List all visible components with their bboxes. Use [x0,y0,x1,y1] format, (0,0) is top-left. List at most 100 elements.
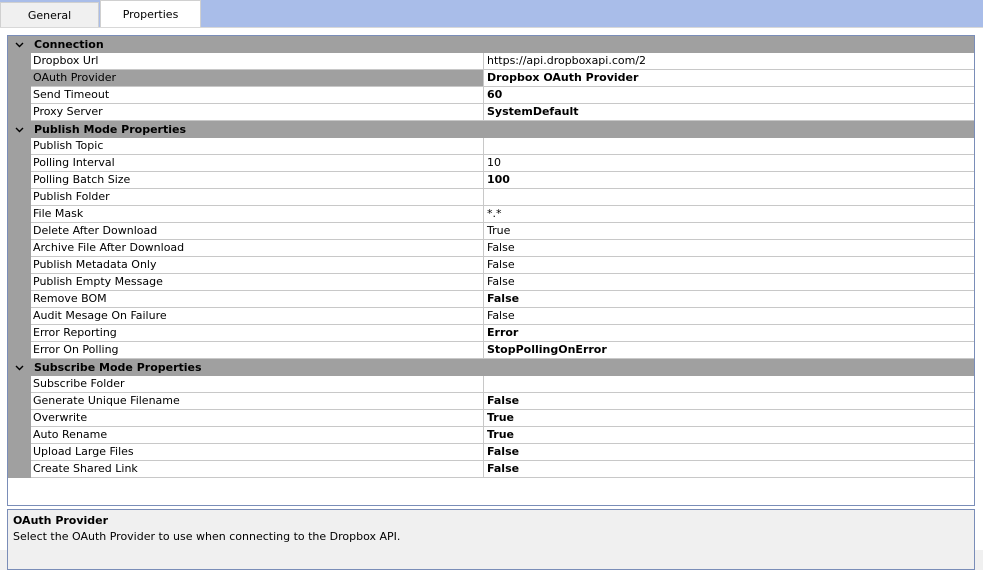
tab-general[interactable]: General [0,2,99,27]
property-name[interactable]: Publish Topic [31,138,484,155]
category-row[interactable]: Publish Mode Properties [8,121,974,138]
property-value[interactable]: True [484,427,974,444]
row-gutter [8,155,31,172]
property-value[interactable]: StopPollingOnError [484,342,974,359]
property-name[interactable]: File Mask [31,206,484,223]
property-name[interactable]: Remove BOM [31,291,484,308]
row-gutter [8,87,31,104]
row-gutter [8,274,31,291]
property-value[interactable]: 60 [484,87,974,104]
property-value[interactable]: True [484,223,974,240]
property-name[interactable]: Publish Empty Message [31,274,484,291]
properties-panel: Connection Dropbox Url https://api.dropbox… [0,27,983,570]
property-value[interactable]: SystemDefault [484,104,974,121]
property-row[interactable]: Polling Interval 10 [8,155,974,172]
property-row[interactable]: Publish Empty Message False [8,274,974,291]
property-value[interactable] [484,189,974,206]
property-value[interactable]: True [484,410,974,427]
category-label: Subscribe Mode Properties [34,361,202,374]
property-row[interactable]: Archive File After Download False [8,240,974,257]
property-row[interactable]: Auto Rename True [8,427,974,444]
property-name[interactable]: Overwrite [31,410,484,427]
property-row[interactable]: Publish Metadata Only False [8,257,974,274]
property-row[interactable]: Proxy Server SystemDefault [8,104,974,121]
property-row[interactable]: Upload Large Files False [8,444,974,461]
property-value[interactable]: False [484,274,974,291]
row-gutter [8,393,31,410]
category-label: Connection [34,38,104,51]
row-gutter [8,376,31,393]
property-value[interactable]: 100 [484,172,974,189]
property-row[interactable]: Dropbox Url https://api.dropboxapi.com/2 [8,53,974,70]
property-name[interactable]: Create Shared Link [31,461,484,478]
property-value[interactable]: False [484,240,974,257]
property-name[interactable]: Dropbox Url [31,53,484,70]
row-gutter [8,325,31,342]
property-value[interactable]: https://api.dropboxapi.com/2 [484,53,974,70]
row-gutter [8,189,31,206]
property-name[interactable]: Upload Large Files [31,444,484,461]
property-name[interactable]: Delete After Download [31,223,484,240]
property-row[interactable]: Generate Unique Filename False [8,393,974,410]
property-row[interactable]: File Mask *.* [8,206,974,223]
property-grid: Connection Dropbox Url https://api.dropbox… [7,35,975,506]
property-name[interactable]: Audit Mesage On Failure [31,308,484,325]
property-row[interactable]: Error On Polling StopPollingOnError [8,342,974,359]
property-row[interactable]: Subscribe Folder [8,376,974,393]
property-row[interactable]: OAuth Provider Dropbox OAuth Provider [8,70,974,87]
property-name[interactable]: Auto Rename [31,427,484,444]
property-value[interactable]: False [484,308,974,325]
property-name[interactable]: Publish Folder [31,189,484,206]
tab-properties[interactable]: Properties [100,0,201,27]
property-row[interactable]: Remove BOM False [8,291,974,308]
property-value[interactable] [484,138,974,155]
row-gutter [8,461,31,478]
chevron-down-icon[interactable] [8,121,30,138]
property-value[interactable]: False [484,461,974,478]
row-gutter [8,240,31,257]
category-row[interactable]: Connection [8,36,974,53]
row-gutter [8,427,31,444]
property-row[interactable]: Publish Folder [8,189,974,206]
property-row[interactable]: Delete After Download True [8,223,974,240]
property-name[interactable]: OAuth Provider [31,70,484,87]
property-row[interactable]: Polling Batch Size 100 [8,172,974,189]
property-value[interactable]: Dropbox OAuth Provider [484,70,974,87]
row-gutter [8,104,31,121]
description-title: OAuth Provider [13,514,109,527]
property-row[interactable]: Publish Topic [8,138,974,155]
row-gutter [8,53,31,70]
property-name[interactable]: Archive File After Download [31,240,484,257]
property-row[interactable]: Overwrite True [8,410,974,427]
row-gutter [8,257,31,274]
property-name[interactable]: Error On Polling [31,342,484,359]
property-value[interactable]: False [484,257,974,274]
property-value[interactable]: False [484,393,974,410]
property-value[interactable]: *.* [484,206,974,223]
category-row[interactable]: Subscribe Mode Properties [8,359,974,376]
property-name[interactable]: Polling Interval [31,155,484,172]
property-value[interactable]: False [484,444,974,461]
property-name[interactable]: Proxy Server [31,104,484,121]
property-name[interactable]: Polling Batch Size [31,172,484,189]
description-panel: OAuth Provider Select the OAuth Provider… [7,509,975,570]
description-text: Select the OAuth Provider to use when co… [13,530,401,543]
property-row[interactable]: Create Shared Link False [8,461,974,478]
property-value[interactable]: False [484,291,974,308]
chevron-down-icon[interactable] [8,36,30,53]
row-gutter [8,223,31,240]
property-value[interactable]: 10 [484,155,974,172]
property-name[interactable]: Generate Unique Filename [31,393,484,410]
property-row[interactable]: Audit Mesage On Failure False [8,308,974,325]
property-row[interactable]: Error Reporting Error [8,325,974,342]
chevron-down-icon[interactable] [8,359,30,376]
property-name[interactable]: Error Reporting [31,325,484,342]
row-gutter [8,291,31,308]
row-gutter [8,172,31,189]
property-name[interactable]: Subscribe Folder [31,376,484,393]
property-row[interactable]: Send Timeout 60 [8,87,974,104]
property-value[interactable] [484,376,974,393]
property-value[interactable]: Error [484,325,974,342]
property-name[interactable]: Send Timeout [31,87,484,104]
property-name[interactable]: Publish Metadata Only [31,257,484,274]
